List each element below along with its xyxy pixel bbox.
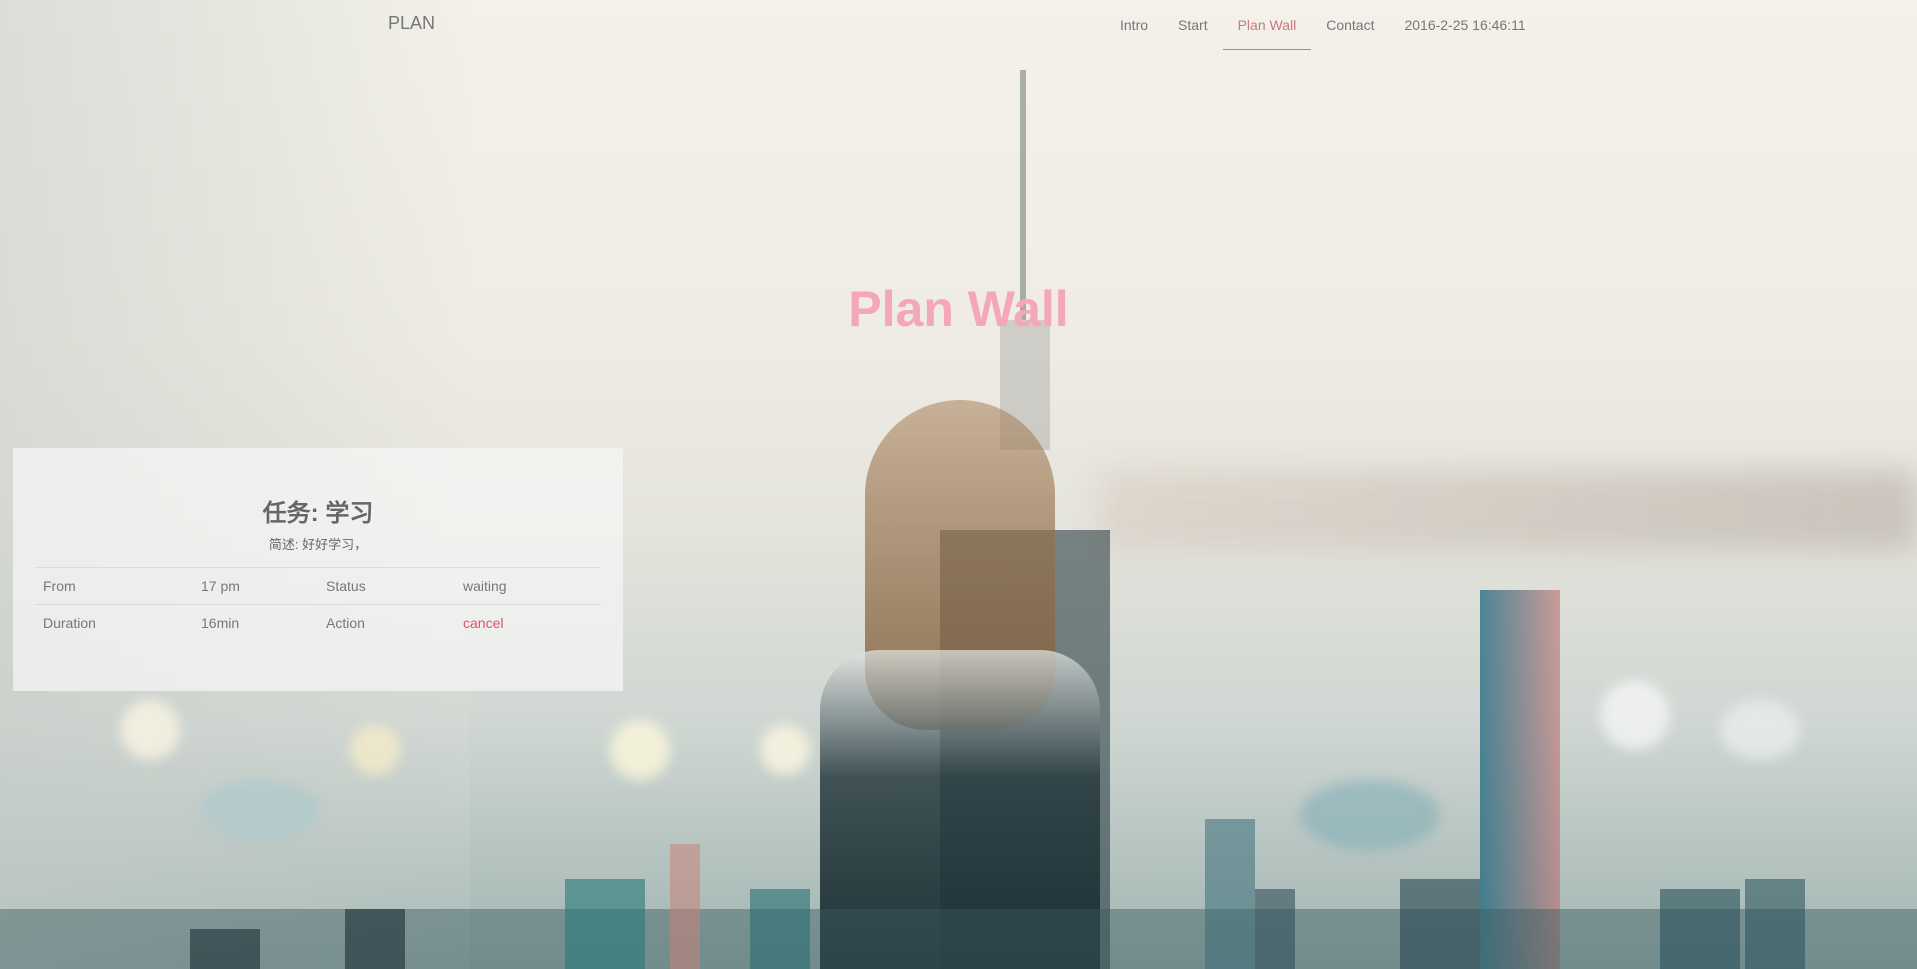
- task-description: 简述: 好好学习，: [268, 537, 368, 552]
- task-card: 任务: 学习 简述: 好好学习， From 17 pm Status waiti…: [13, 448, 623, 691]
- navbar: PLAN Intro Start Plan Wall Contact 2016-…: [0, 0, 1917, 50]
- page-title-text: Plan Wall: [848, 281, 1069, 337]
- task-title: 任务: 学习: [262, 500, 374, 527]
- table-row: Duration 16min Action cancel: [35, 604, 601, 641]
- nav-menu: Intro Start Plan Wall Contact 2016-2-25 …: [1105, 0, 1917, 50]
- table-row: From 17 pm Status waiting: [35, 567, 601, 605]
- task-details-table: From 17 pm Status waiting Duration 16min…: [35, 567, 601, 641]
- action-cell: cancel: [455, 604, 601, 641]
- from-label: From: [35, 567, 193, 605]
- action-label: Action: [318, 604, 455, 641]
- page-title: Plan Wall: [0, 280, 1917, 338]
- status-value: waiting: [455, 567, 601, 605]
- duration-value: 16min: [193, 604, 318, 641]
- status-label: Status: [318, 567, 455, 605]
- nav-item-intro[interactable]: Intro: [1105, 0, 1163, 50]
- nav-item-plan-wall[interactable]: Plan Wall: [1222, 0, 1312, 50]
- nav-datetime: 2016-2-25 16:46:11: [1404, 17, 1526, 33]
- nav-item-contact[interactable]: Contact: [1311, 0, 1389, 50]
- from-value: 17 pm: [193, 567, 318, 605]
- duration-label: Duration: [35, 604, 193, 641]
- brand-logo[interactable]: PLAN: [388, 13, 435, 34]
- nav-item-start[interactable]: Start: [1163, 0, 1223, 50]
- cancel-link[interactable]: cancel: [463, 615, 503, 631]
- page: PLAN Intro Start Plan Wall Contact 2016-…: [0, 0, 1917, 969]
